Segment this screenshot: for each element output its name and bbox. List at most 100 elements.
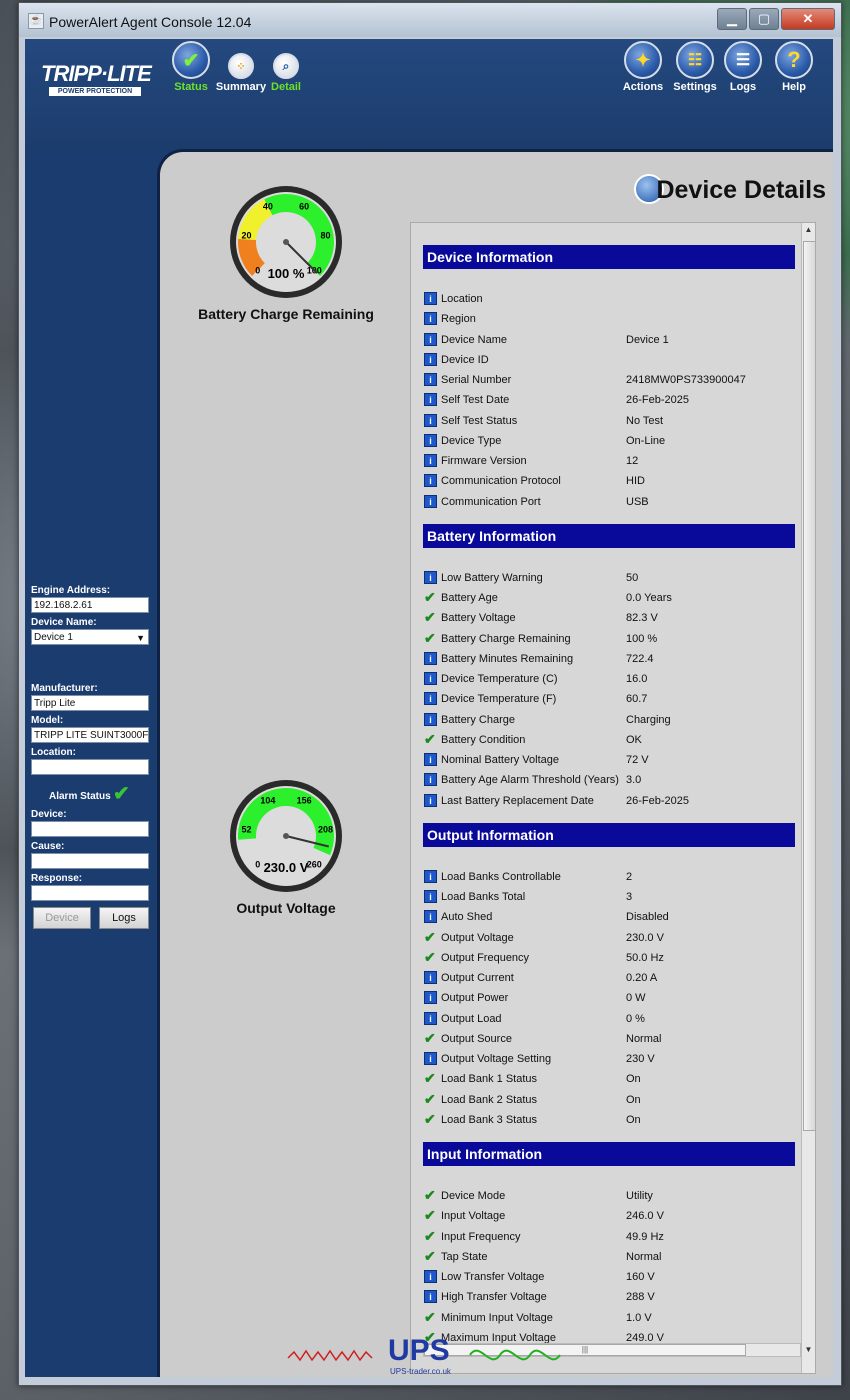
battery-tick-label: 80 [320,231,330,241]
detail-row: i Serial Number 2418MW0PS733900047 [423,370,795,390]
checkmark-icon: ✔ [424,1247,436,1264]
detail-row-value: On-Line [626,434,666,447]
nav-status[interactable]: ✔ Status [169,41,213,93]
scroll-down-arrow-icon[interactable]: ▼ [802,1343,815,1357]
detail-row-label: Firmware Version [441,455,527,467]
detail-row-value: 50 [626,571,639,584]
alarm-response-field[interactable] [31,885,149,901]
detail-row-value: Disabled [626,911,669,924]
checkmark-icon: ✔ [424,629,436,646]
model-field[interactable]: TRIPP LITE SUINT3000F [31,727,149,743]
detail-row: ✔ Input Voltage 246.0 V [423,1206,795,1226]
scroll-up-arrow-icon[interactable]: ▲ [802,223,815,237]
detail-row-value: Normal [626,1250,662,1263]
alarm-cause-label: Cause: [31,841,65,852]
detail-row-label: Battery Voltage [441,612,516,625]
detail-row-value: OK [626,733,642,746]
logo-subtext: POWER PROTECTION [49,87,141,96]
alarm-status-label: Alarm Status [49,791,111,802]
location-field[interactable] [31,759,149,775]
app-window: ☕ PowerAlert Agent Console 12.04 ▁ ▢ ✕ T… [18,2,842,1386]
checkmark-icon: ✔ [424,609,436,626]
detail-row-label: Output Load [441,1012,502,1025]
detail-row: ✔ Output Voltage 230.0 V [423,928,795,948]
detail-row-value: HID [626,475,645,488]
window-title: PowerAlert Agent Console 12.04 [49,14,252,30]
title-bar[interactable]: ☕ PowerAlert Agent Console 12.04 ▁ ▢ ✕ [19,3,841,37]
detail-row-value: 246.0 V [626,1210,664,1223]
voltage-tick-label: 208 [318,825,333,835]
device-button[interactable]: Device [33,907,91,929]
checkmark-icon: ✔ [424,1187,436,1203]
detail-row-value: 100 % [626,632,658,645]
vertical-scrollbar[interactable]: ▲ ▼ [801,223,815,1373]
logs-button[interactable]: Logs [99,907,149,929]
info-icon: i [424,433,437,447]
help-icon: ? [775,41,813,79]
device-name-value: Device 1 [34,632,73,643]
alarm-device-field[interactable] [31,821,149,837]
detail-row-label: Last Battery Replacement Date [441,794,594,807]
minimize-button[interactable]: ▁ [717,8,747,30]
manufacturer-field[interactable]: Tripp Lite [31,695,149,711]
detail-row-value: On [626,1093,641,1106]
detail-row: i Device ID [423,350,795,370]
detail-row-value: 1.0 V [626,1311,652,1324]
battery-tick-label: 20 [241,231,251,241]
detail-row-label: Input Voltage [441,1210,506,1223]
detail-row: ✔ Input Frequency 49.9 Hz [423,1227,795,1247]
detail-row-value: 230 V [626,1053,655,1065]
device-name-select[interactable]: Device 1 ▼ [31,629,149,645]
detail-row-label: Output Frequency [441,951,530,964]
detail-row-value: 16.0 [626,673,648,685]
nav-logs[interactable]: ☰ Logs [721,41,765,93]
detail-row-value: 49.9 Hz [626,1230,664,1243]
info-icon: i [424,1011,437,1025]
detail-row: ✔ Output Source Normal [423,1029,795,1049]
actions-icon: ✦ [624,41,662,79]
nav-actions[interactable]: ✦ Actions [619,41,667,93]
nav-help[interactable]: ? Help [772,41,816,93]
detail-row-value: On [626,1073,641,1086]
checkmark-icon: ✔ [424,1070,436,1087]
detail-row-value: Device 1 [626,333,669,346]
info-icon: i [424,712,437,726]
voltage-gauge-caption: Output Voltage [236,900,336,916]
detail-row: i Communication Protocol HID [423,471,795,491]
maximize-button[interactable]: ▢ [749,8,779,30]
nav-settings[interactable]: ☷ Settings [670,41,720,93]
info-icon: i [424,1290,437,1304]
detail-row: ✔ Load Bank 1 Status On [423,1069,795,1089]
detail-row-label: High Transfer Voltage [441,1291,547,1304]
detail-row-label: Battery Minutes Remaining [441,652,574,665]
model-label: Model: [31,715,64,726]
detail-row-value: 82.3 V [626,612,658,625]
detail-row-label: Load Bank 3 Status [441,1113,538,1126]
detail-row-label: Load Bank 1 Status [441,1073,538,1086]
nav-detail[interactable]: ⌕ Detail [269,53,303,93]
alarm-cause-field[interactable] [31,853,149,869]
detail-row-label: Output Source [441,1032,512,1045]
detail-row-label: Region [441,313,476,326]
detail-row-value: 72 V [626,754,649,766]
detail-row: i Output Power 0 W [423,988,795,1008]
info-icon: i [424,971,437,984]
app-client-area: TRIPP·LITE POWER PROTECTION ✔ Status ⁘ S… [25,39,833,1377]
info-icon: i [424,1052,437,1065]
vertical-scroll-thumb[interactable] [803,241,815,1131]
engine-address-field[interactable]: 192.168.2.61 [31,597,149,613]
detail-row-value: 249.0 V [626,1331,664,1344]
detail-row-label: Output Power [441,992,509,1005]
check-icon: ✔ [172,41,210,79]
detail-row-label: Communication Protocol [441,475,561,488]
detail-row-value: 26-Feb-2025 [626,794,689,807]
detail-row-label: Nominal Battery Voltage [441,754,560,766]
battery-tick-label: 40 [263,201,273,211]
detail-row-label: Output Current [441,972,514,984]
nav-summary[interactable]: ⁘ Summary [215,53,267,93]
info-icon: i [424,352,437,366]
close-button[interactable]: ✕ [781,8,835,30]
details-list[interactable]: Device Information i Location i Region i Devic… [410,222,816,1374]
info-icon: i [424,672,437,685]
dots-icon: ⁘ [228,53,254,79]
